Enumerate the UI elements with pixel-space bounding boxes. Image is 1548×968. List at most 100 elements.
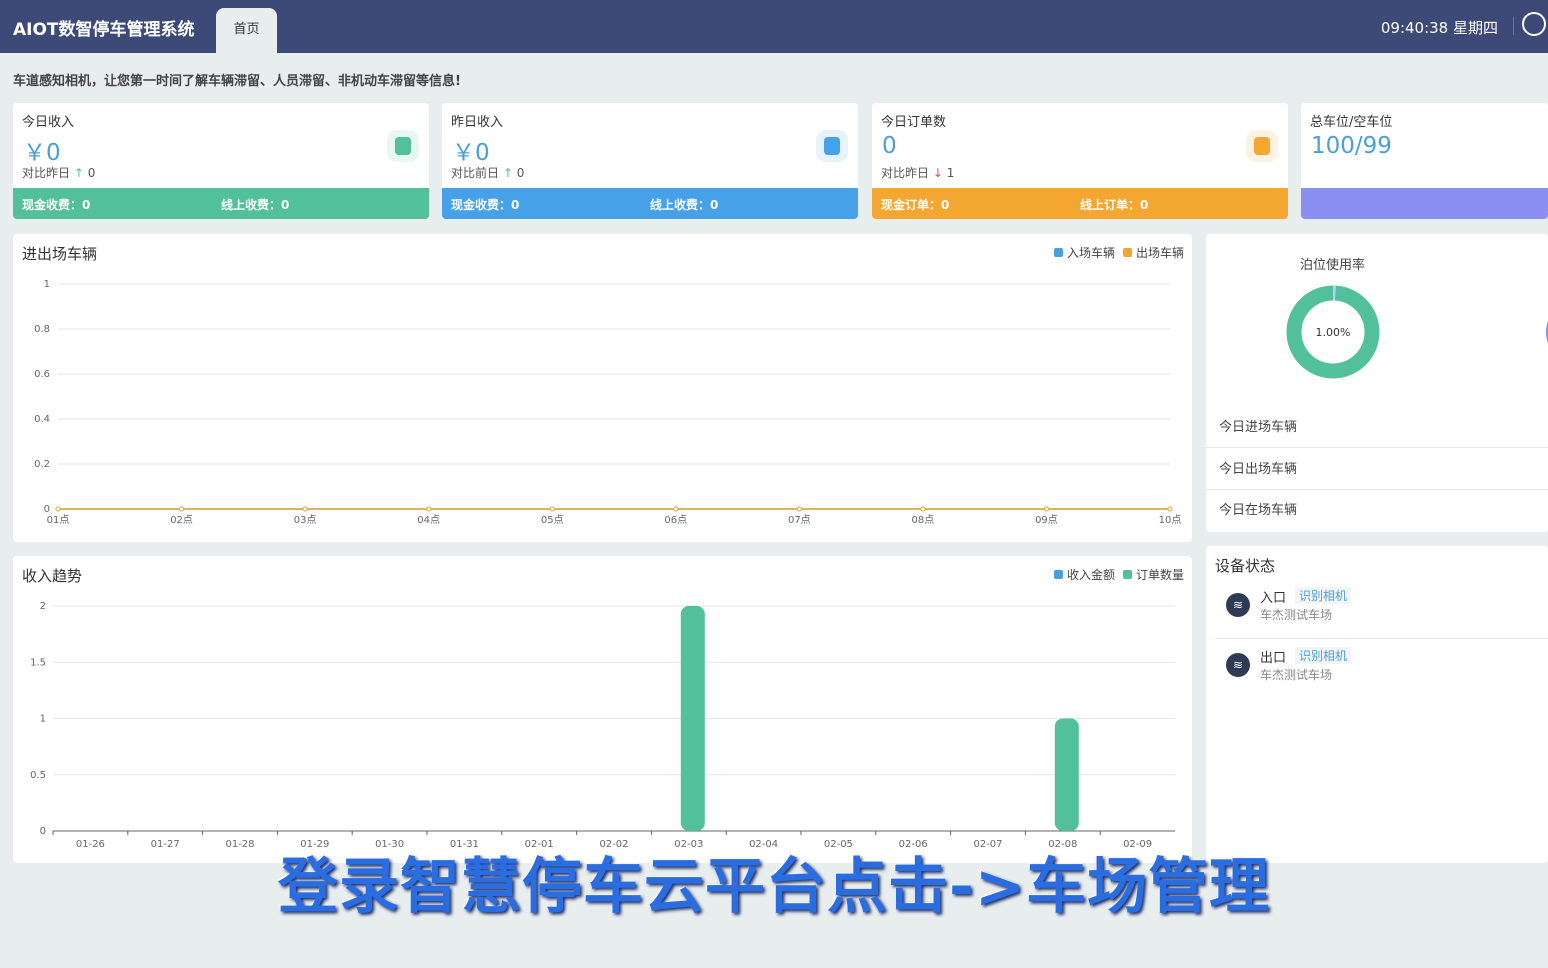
data-point: [426, 506, 432, 512]
user-icon[interactable]: [1522, 12, 1546, 36]
x-tick-label: 09点: [1035, 514, 1058, 526]
device-item[interactable]: ≋ 入口 识别相机 车杰测试车场: [1215, 579, 1548, 639]
data-point: [1043, 506, 1049, 512]
card-value: 100/99: [1311, 133, 1392, 159]
card-compare: 对比前日 ↑ 0: [451, 164, 524, 181]
y-tick-label: 1: [40, 714, 46, 725]
x-tick-label: 01-27: [151, 839, 180, 850]
compare-label: 对比昨日: [881, 166, 930, 180]
card-title: 总车位/空车位: [1310, 115, 1393, 130]
money-bag-icon: [387, 130, 419, 162]
device-item[interactable]: ≋ 出口 识别相机 车杰测试车场: [1215, 639, 1548, 699]
card-footer: 现金收费：0 线上收费：0: [442, 188, 858, 219]
x-tick-label: 03点: [294, 514, 317, 526]
y-tick-label: 0.8: [34, 324, 50, 335]
y-tick-label: 0.4: [34, 414, 50, 425]
y-tick-label: 0.5: [30, 770, 46, 781]
data-point: [1167, 506, 1173, 512]
data-point: [796, 506, 802, 512]
compare-delta: 0: [516, 166, 525, 180]
data-point: [673, 506, 679, 512]
wifi-icon: ≋: [1226, 593, 1250, 617]
usage-title: 泊位使用率: [1300, 258, 1366, 273]
arrow-icon: ↑: [73, 166, 84, 180]
wifi-icon: ≋: [1226, 653, 1250, 677]
device-site: 车杰测试车场: [1260, 608, 1333, 622]
y-tick-label: 0: [44, 504, 50, 515]
card-title: 今日收入: [22, 115, 75, 130]
card-footer: [1301, 188, 1548, 219]
x-tick-label: 01-26: [76, 839, 105, 850]
card-footer-left: 现金订单：0: [881, 198, 950, 212]
video-caption: 登录智慧停车云平台点击->车场管理: [278, 852, 1271, 922]
card-footer-left: 现金收费：0: [451, 198, 520, 212]
arrow-icon: ↑: [502, 166, 513, 180]
y-tick-label: 1: [44, 279, 50, 290]
x-tick-label: 05点: [541, 514, 564, 526]
x-tick-label: 01点: [47, 514, 70, 526]
card-compare: 对比昨日 ↑ 0: [22, 164, 95, 181]
x-tick-label: 02点: [170, 514, 193, 526]
card-value: ￥0: [23, 140, 61, 166]
x-tick-label: 01-28: [225, 839, 254, 850]
card-footer-right: 线上收费：0: [650, 198, 719, 212]
device-site: 车杰测试车场: [1260, 668, 1333, 682]
y-tick-label: 0.2: [34, 459, 50, 470]
x-tick-label: 08点: [912, 514, 935, 526]
data-point: [920, 506, 926, 512]
card-title: 昨日收入: [451, 115, 504, 130]
card-title: 今日订单数: [881, 115, 947, 130]
x-tick-label: 07点: [788, 514, 811, 526]
x-tick-label: 04点: [417, 514, 440, 526]
data-point: [55, 506, 61, 512]
device-tag: 识别相机: [1295, 587, 1352, 604]
data-point: [302, 506, 308, 512]
card-compare: 对比昨日 ↓ 1: [881, 164, 954, 181]
tab-home[interactable]: 首页: [216, 8, 277, 53]
y-tick-label: 0: [40, 826, 46, 837]
clock: 09:40:38 星期四: [1380, 19, 1498, 37]
usage-percent: 1.00%: [1316, 326, 1351, 339]
card-footer-left: 现金收费：0: [22, 198, 91, 212]
device-panel: 设备状态 ≋ 入口 识别相机 车杰测试车场 ≋ 出口 识别相机 车杰测试车场: [1206, 546, 1548, 863]
x-tick-label: 06点: [664, 514, 687, 526]
usage-panel: 泊位使用率 1.00% 今日进场车辆 今日出场车辆 今日在场车辆: [1206, 234, 1548, 532]
y-tick-label: 2: [40, 601, 46, 612]
data-point: [179, 506, 185, 512]
income-bar-chart: 00.511.5201-26 01-27 01-28 01-29 01-30 01-31 0…: [30, 601, 1175, 850]
traffic-line-chart: 0 0.2 0.4 0.6 0.8 1 01点 02点 03点 04点 05点 06点 07点 08点 09…: [34, 279, 1182, 526]
income-panel: 收入趋势 收入金额 订单数量 0 0.5 1 1.5 2 01-26 01-27 01-28 0…: [13, 556, 1192, 863]
stat-card: 总车位/空车位 100/99: [1301, 103, 1548, 219]
card-footer: 现金订单：0 线上订单：0: [872, 188, 1288, 219]
data-point: [549, 506, 555, 512]
bar: [680, 606, 705, 831]
wallet-icon: [816, 130, 848, 162]
today-out-row: 今日出场车辆: [1206, 449, 1548, 490]
app-title: AIOT数智停车管理系统: [13, 20, 195, 40]
bar: [1054, 718, 1079, 831]
y-tick-label: 0.6: [34, 369, 50, 380]
stat-card: 今日订单数 0 对比昨日 ↓ 1 现金订单：0 线上订单：0: [872, 103, 1288, 219]
card-footer-right: 线上收费：0: [221, 198, 290, 212]
arrow-icon: ↓: [932, 166, 943, 180]
device-name: 出口: [1260, 651, 1287, 666]
compare-label: 对比前日: [451, 166, 500, 180]
compare-delta: 1: [946, 166, 955, 180]
today-present-row: 今日在场车辆: [1219, 503, 1298, 518]
card-value: ￥0: [452, 140, 490, 166]
card-footer-right: 线上订单：0: [1080, 198, 1149, 212]
card-footer: 现金收费：0 线上收费：0: [13, 188, 429, 219]
y-tick-label: 1.5: [30, 657, 46, 668]
device-title: 设备状态: [1215, 557, 1276, 575]
device-tag: 识别相机: [1295, 647, 1352, 664]
stat-card: 今日收入 ￥0 对比昨日 ↑ 0 现金收费：0 线上收费：0: [13, 103, 429, 219]
notice-text: 车道感知相机，让您第一时间了解车辆滞留、人员滞留、非机动车滞留等信息!: [13, 74, 461, 89]
stat-card: 昨日收入 ￥0 对比前日 ↑ 0 现金收费：0 线上收费：0: [442, 103, 858, 219]
x-tick-label: 10点: [1159, 514, 1182, 526]
clipboard-icon: [1246, 130, 1278, 162]
compare-delta: 0: [87, 166, 96, 180]
divider: [1513, 17, 1514, 35]
today-in-row: 今日进场车辆: [1206, 407, 1548, 448]
card-value: 0: [882, 133, 897, 159]
traffic-panel: 进出场车辆 入场车辆 出场车辆 0 0.2 0.4 0.6 0.8 1 01点 02点 03点 0…: [13, 234, 1192, 542]
